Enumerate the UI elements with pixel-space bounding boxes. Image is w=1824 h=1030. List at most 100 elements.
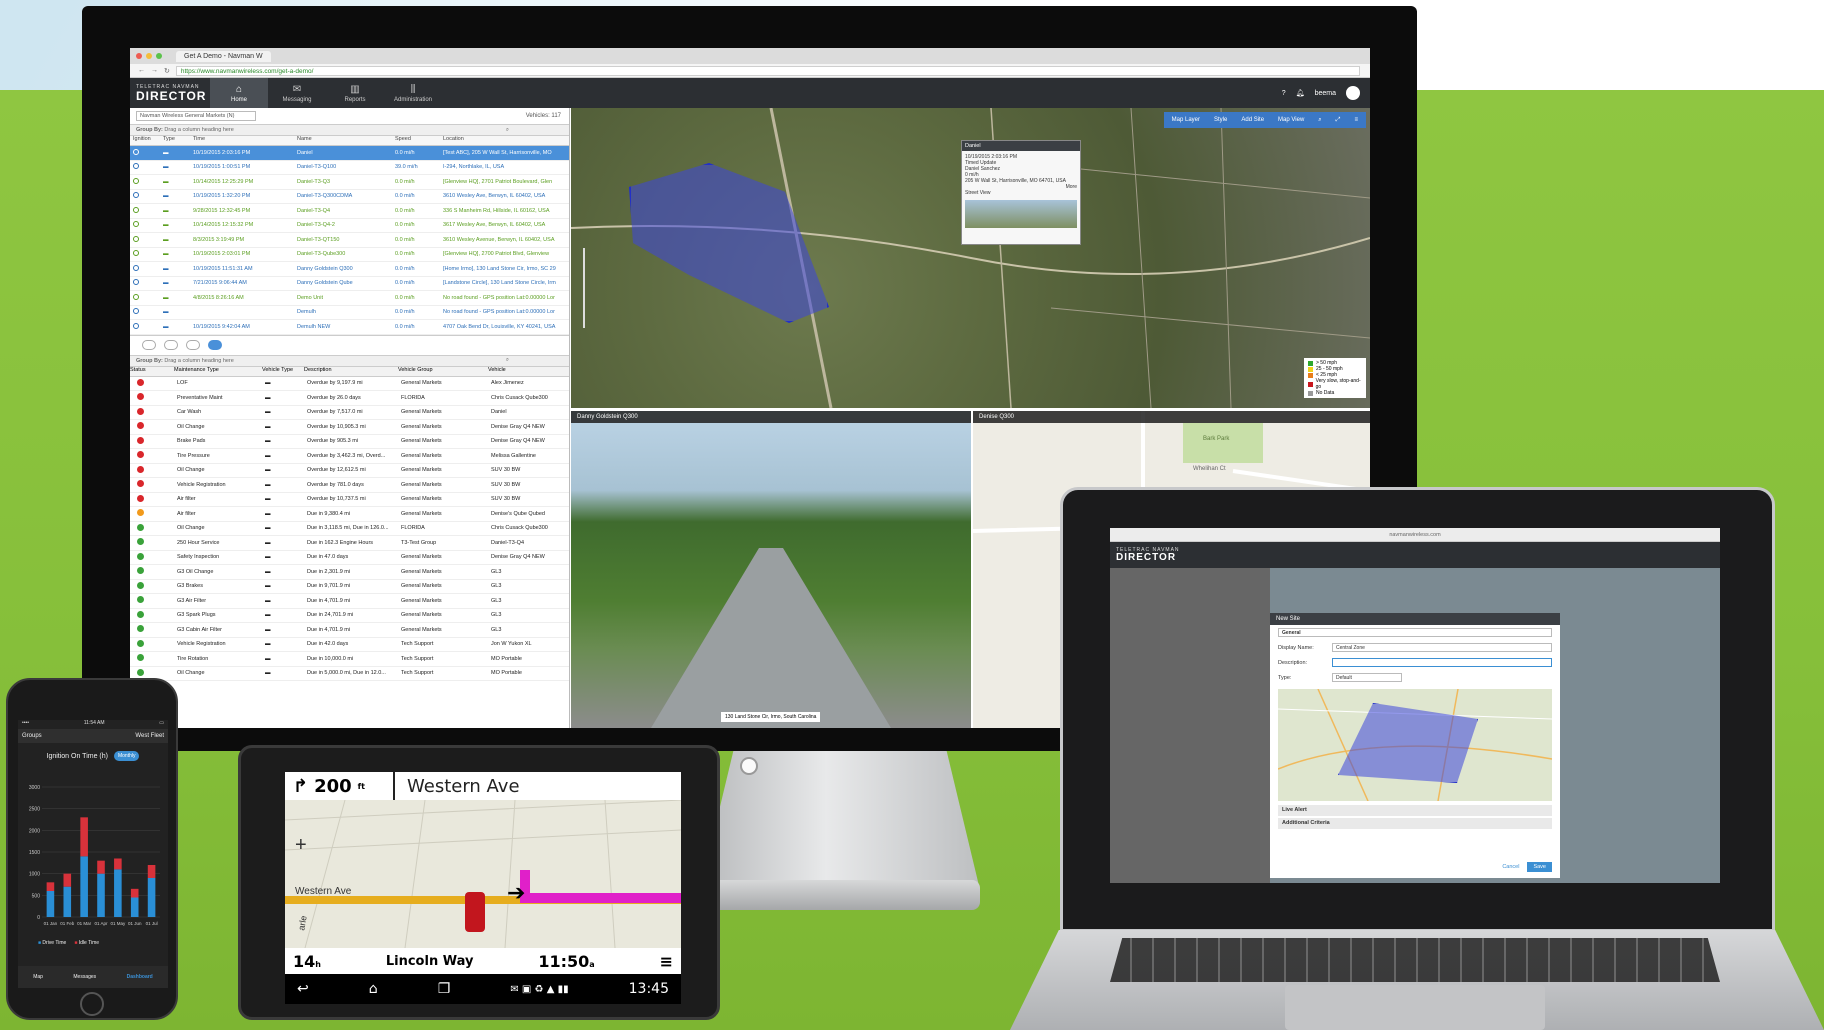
fullscreen-icon[interactable]: ⤢ [1336,117,1341,124]
table-row[interactable]: Tire Pressure ▬ Overdue by 3,462.3 mi, Ove… [130,449,569,464]
reload-icon[interactable]: ↻ [164,67,170,75]
col-vehicle-type[interactable]: Vehicle Type [262,367,304,376]
table-row[interactable]: Tire Rotation ▬ Due in 10,000.0 mi Tech Sup… [130,652,569,667]
url-input[interactable]: https://www.navmanwireless.com/get-a-dem… [175,65,1360,76]
group-select[interactable]: Navman Wireless General Markets (N) [136,111,256,121]
info-filter-button[interactable] [186,340,200,350]
back-arrow-icon[interactable]: ← [138,67,145,74]
col-location[interactable]: Location [440,136,569,145]
street-view-pane[interactable]: Danny Goldstein Q300 130 Land Stone Cir,… [571,411,971,728]
col-maintenance-type[interactable]: Maintenance Type [174,367,262,376]
recent-apps-icon[interactable]: ❐ [438,981,451,997]
maximize-window-icon[interactable] [156,53,162,59]
col-status[interactable]: Status [130,367,174,376]
col-vehicle[interactable]: Vehicle [488,367,569,376]
table-row[interactable]: ▬ 10/19/2015 9:42:04 AM Demulh NEW 0.0 mi/h… [130,320,569,335]
table-row[interactable]: ▬ 10/19/2015 11:51:31 AM Danny Goldstein Q… [130,262,569,277]
help-icon[interactable]: ? [1282,90,1286,97]
zoom-in-button[interactable]: + [295,834,307,857]
table-row[interactable]: LOF ▬ Overdue by 9,197.9 mi General Markets… [130,377,569,391]
bell-icon[interactable]: 🔔︎ [1296,89,1305,97]
street-view-thumbnail[interactable] [965,200,1077,228]
col-speed[interactable]: Speed [392,136,440,145]
table-row[interactable]: ▬ 10/19/2015 1:00:51 PM Daniel-T3-Q100 39.0… [130,161,569,175]
table-row[interactable]: Oil Change ▬ Due in 5,000.0 mi, Due in 12.… [130,667,569,681]
table-row[interactable]: Air filter ▬ Overdue by 10,737.5 mi General… [130,493,569,507]
table-row[interactable]: G3 Oil Change ▬ Due in 2,301.9 mi General M… [130,565,569,580]
table-row[interactable]: ▬ 7/21/2015 9:06:44 AM Danny Goldstein Qub… [130,277,569,291]
col-time[interactable]: Time [190,136,294,145]
nav-messaging[interactable]: ✉ Messaging [268,78,326,108]
table-row[interactable]: G3 Brakes ▬ Due in 9,701.9 mi General Marke… [130,580,569,594]
clock-filter-button[interactable] [142,340,156,350]
menu-icon[interactable]: ≡ [1354,117,1358,123]
table-row[interactable]: 250 Hour Service ▬ Due in 162.3 Engine Hou… [130,536,569,551]
table-row[interactable]: ▬ 8/3/2015 3:19:49 PM Daniel-T3-QT150 0.0 m… [130,233,569,248]
table-row[interactable]: Air filter ▬ Due in 9,380.4 mi General Mark… [130,507,569,522]
site-map[interactable] [1278,689,1552,801]
nav-administration[interactable]: ⫼ Administration [384,78,442,108]
nav-reports[interactable]: ▥ Reports [326,78,384,108]
map-zoom-slider[interactable] [583,248,591,328]
satellite-map[interactable]: Map Layer Style Add Site Map View ⌕ ⤢ ≡ … [571,108,1370,408]
home-icon[interactable]: ⌂ [369,981,378,997]
search-icon[interactable]: ⌕ [506,127,569,134]
map-style-button[interactable]: Style [1214,117,1227,123]
table-row[interactable]: ▬ 10/19/2015 2:03:01 PM Daniel-T3-Qube300 0… [130,248,569,262]
table-row[interactable]: Oil Change ▬ Overdue by 12,612.5 mi General… [130,464,569,478]
table-row[interactable]: Oil Change ▬ Due in 3,118.5 mi, Due in 126… [130,522,569,536]
col-description[interactable]: Description [304,367,398,376]
tab-dashboard[interactable]: Dashboard [127,974,153,980]
live-alert-section[interactable]: Live Alert [1278,805,1552,816]
cancel-button[interactable]: Cancel [1502,864,1519,870]
close-window-icon[interactable] [136,53,142,59]
col-type[interactable]: Type [160,136,190,145]
type-select[interactable]: Default [1332,673,1402,682]
tab-messages[interactable]: Messages [73,974,96,980]
table-row[interactable]: ▬ 10/19/2015 2:03:16 PM Daniel 0.0 mi/h [Tes… [130,146,569,161]
table-row[interactable]: Safety Inspection ▬ Due in 47.0 days Genera… [130,551,569,565]
user-name[interactable]: beema [1315,90,1336,97]
back-icon[interactable]: ↩ [297,981,309,997]
add-site-button[interactable]: Add Site [1241,117,1264,123]
display-name-field[interactable]: Central Zone [1332,643,1552,652]
table-row[interactable]: G3 Air Filter ▬ Due in 4,701.9 mi General M… [130,594,569,609]
table-row[interactable]: ▬ 4/8/2015 8:26:16 AM Demo Unit 0.0 mi/h No … [130,291,569,306]
col-vehicle-group[interactable]: Vehicle Group [398,367,488,376]
avatar[interactable] [1346,86,1360,100]
table-row[interactable]: Brake Pads ▬ Overdue by 905.3 mi General Ma… [130,435,569,449]
laptop-url-bar[interactable]: navmanwireless.com [1110,528,1720,542]
message-filter-button[interactable] [164,340,178,350]
nav-home[interactable]: ⌂ Home [210,78,268,108]
table-row[interactable]: Vehicle Registration ▬ Due in 42.0 days Tec… [130,638,569,652]
minimize-window-icon[interactable] [146,53,152,59]
maintenance-group-by-bar[interactable]: Group By: Drag a column heading here ⌕ [130,354,569,367]
forward-arrow-icon[interactable]: → [151,67,158,74]
gps-map[interactable]: + Western Ave arle ➔ [285,800,681,948]
table-row[interactable]: Car Wash ▬ Overdue by 7,517.0 mi General Ma… [130,406,569,420]
tab-map[interactable]: Map [33,974,43,980]
wrench-filter-button[interactable] [208,340,222,350]
menu-icon[interactable]: ≡ [660,952,673,971]
home-button[interactable] [80,992,104,1016]
search-icon[interactable]: ⌕ [506,357,569,364]
description-field[interactable] [1332,658,1552,667]
map-layer-button[interactable]: Map Layer [1172,117,1200,123]
table-row[interactable]: ▬ 10/14/2015 12:25:29 PM Daniel-T3-Q3 0.0 m… [130,175,569,190]
col-ignition[interactable]: Ignition [130,136,160,145]
table-row[interactable]: ▬ 10/14/2015 12:15:32 PM Daniel-T3-Q4-2 0.0… [130,219,569,233]
category-select[interactable]: General [1278,628,1552,637]
table-row[interactable]: ▬ Demulh 0.0 mi/h No road found - GPS posit… [130,306,569,320]
monthly-toggle[interactable]: Monthly [113,751,140,761]
table-row[interactable]: Oil Change ▬ Overdue by 10,905.3 mi General… [130,420,569,435]
table-row[interactable]: ▬ 10/19/2015 1:32:20 PM Daniel-T3-Q300CDMA… [130,190,569,204]
map-view-button[interactable]: Map View [1278,117,1304,123]
table-row[interactable]: G3 Spark Plugs ▬ Due in 24,701.9 mi General… [130,609,569,623]
table-row[interactable]: Vehicle Registration ▬ Overdue by 781.0 da… [130,478,569,493]
group-by-bar[interactable]: Group By: Drag a column heading here ⌕ [130,124,569,136]
save-button[interactable]: Save [1527,862,1552,872]
table-row[interactable]: ▬ 9/28/2015 12:32:45 PM Daniel-T3-Q4 0.0 mi… [130,204,569,219]
additional-criteria-section[interactable]: Additional Criteria [1278,818,1552,829]
col-name[interactable]: Name [294,136,392,145]
browser-tab[interactable]: Get A Demo - Navman W [176,50,271,62]
